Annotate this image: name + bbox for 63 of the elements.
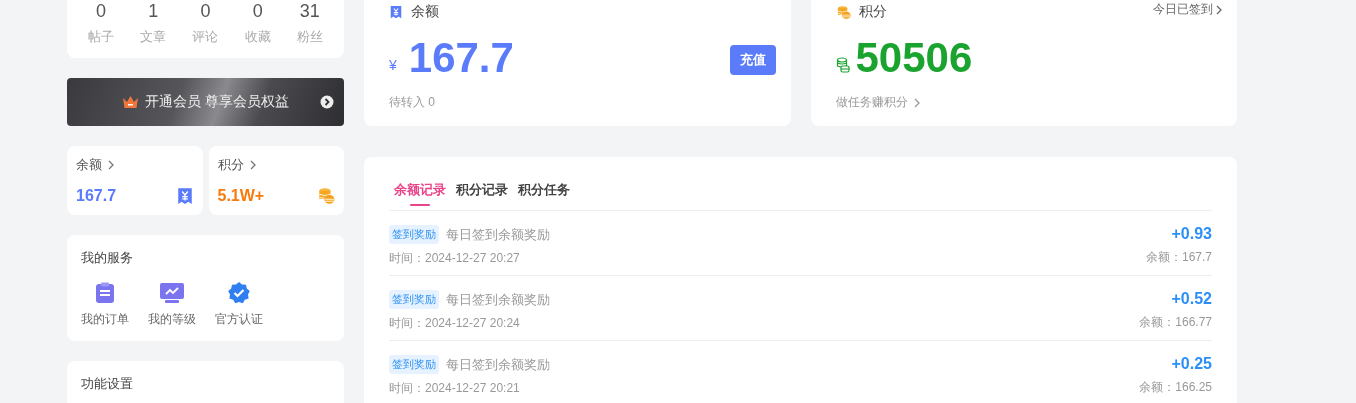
record-change: +0.52 <box>1171 290 1212 308</box>
summary-value: 167.7 <box>76 187 117 205</box>
pending-amount: 待转入 0 <box>389 94 435 111</box>
balance-summary-card[interactable]: 余额 167.7 <box>67 146 203 215</box>
stat-label: 粉丝 <box>296 28 323 46</box>
stat-value: 0 <box>200 0 211 22</box>
chevron-right-icon <box>108 160 114 170</box>
chart-monitor-icon <box>159 282 185 304</box>
record-tag: 签到奖励 <box>389 225 439 244</box>
currency-symbol: ¥ <box>389 57 397 73</box>
stat-value: 31 <box>299 0 320 22</box>
records-tab[interactable]: 积分记录 <box>456 181 508 210</box>
balance-amount: 167.7 <box>408 34 514 82</box>
coin-stack-icon <box>835 4 851 20</box>
record-tag: 签到奖励 <box>389 355 439 374</box>
record-balance: 余额：167.7 <box>1145 249 1212 266</box>
record-change: +0.93 <box>1171 225 1212 243</box>
ticket-icon <box>175 187 194 205</box>
arrow-circle-icon <box>320 95 334 109</box>
chevron-right-icon <box>1216 4 1222 15</box>
stat-value: 0 <box>252 0 263 22</box>
summary-value: 5.1W+ <box>217 187 265 205</box>
coin-stack-icon <box>317 187 335 205</box>
record-time: 时间：2024-12-27 20:24 <box>389 315 521 332</box>
ticket-icon <box>389 5 403 19</box>
settings-title: 功能设置 <box>81 375 134 393</box>
record-title: 每日签到余额奖励 <box>446 355 550 374</box>
stat-label: 评论 <box>192 28 219 46</box>
stat-label: 收藏 <box>244 28 271 46</box>
stat-label: 文章 <box>140 28 167 46</box>
vip-banner[interactable]: 开通会员 尊享会员权益 <box>67 78 344 126</box>
service-item[interactable]: 我的等级 <box>148 281 196 328</box>
vip-banner-text: 开通会员 尊享会员权益 <box>145 93 289 111</box>
services-title: 我的服务 <box>81 249 134 267</box>
record-title: 每日签到余额奖励 <box>446 225 550 244</box>
balance-card-title: 余额 <box>411 3 439 21</box>
verified-badge-icon <box>227 281 251 305</box>
stat-value: 0 <box>96 0 107 22</box>
records-tab[interactable]: 积分任务 <box>518 181 570 210</box>
records-tab[interactable]: 余额记录 <box>394 181 446 210</box>
record-time: 时间：2024-12-27 20:21 <box>389 380 521 397</box>
stat-value: 1 <box>148 0 159 22</box>
crown-icon <box>122 95 140 109</box>
summary-title: 积分 <box>217 156 244 174</box>
coin-stack-icon <box>835 57 850 73</box>
checkin-link[interactable]: 今日已签到 <box>1153 1 1222 18</box>
service-item[interactable]: 我的订单 <box>81 281 129 328</box>
service-item[interactable]: 官方认证 <box>215 281 263 328</box>
record-tag: 签到奖励 <box>389 290 439 309</box>
recharge-button[interactable]: 充值 <box>729 45 776 75</box>
record-change: +0.25 <box>1171 355 1212 373</box>
chevron-right-icon <box>249 160 256 170</box>
record-balance: 余额：166.77 <box>1139 314 1212 331</box>
record-time: 时间：2024-12-27 20:27 <box>389 250 521 267</box>
chevron-right-icon <box>913 97 920 108</box>
stat-label: 帖子 <box>88 28 115 46</box>
points-amount: 50506 <box>855 34 973 82</box>
summary-title: 余额 <box>76 156 102 174</box>
points-summary-card[interactable]: 积分 5.1W+ <box>208 146 344 215</box>
clipboard-icon <box>94 282 116 304</box>
points-card-title: 积分 <box>858 3 887 21</box>
record-title: 每日签到余额奖励 <box>446 290 550 309</box>
record-balance: 余额：166.25 <box>1139 379 1212 396</box>
